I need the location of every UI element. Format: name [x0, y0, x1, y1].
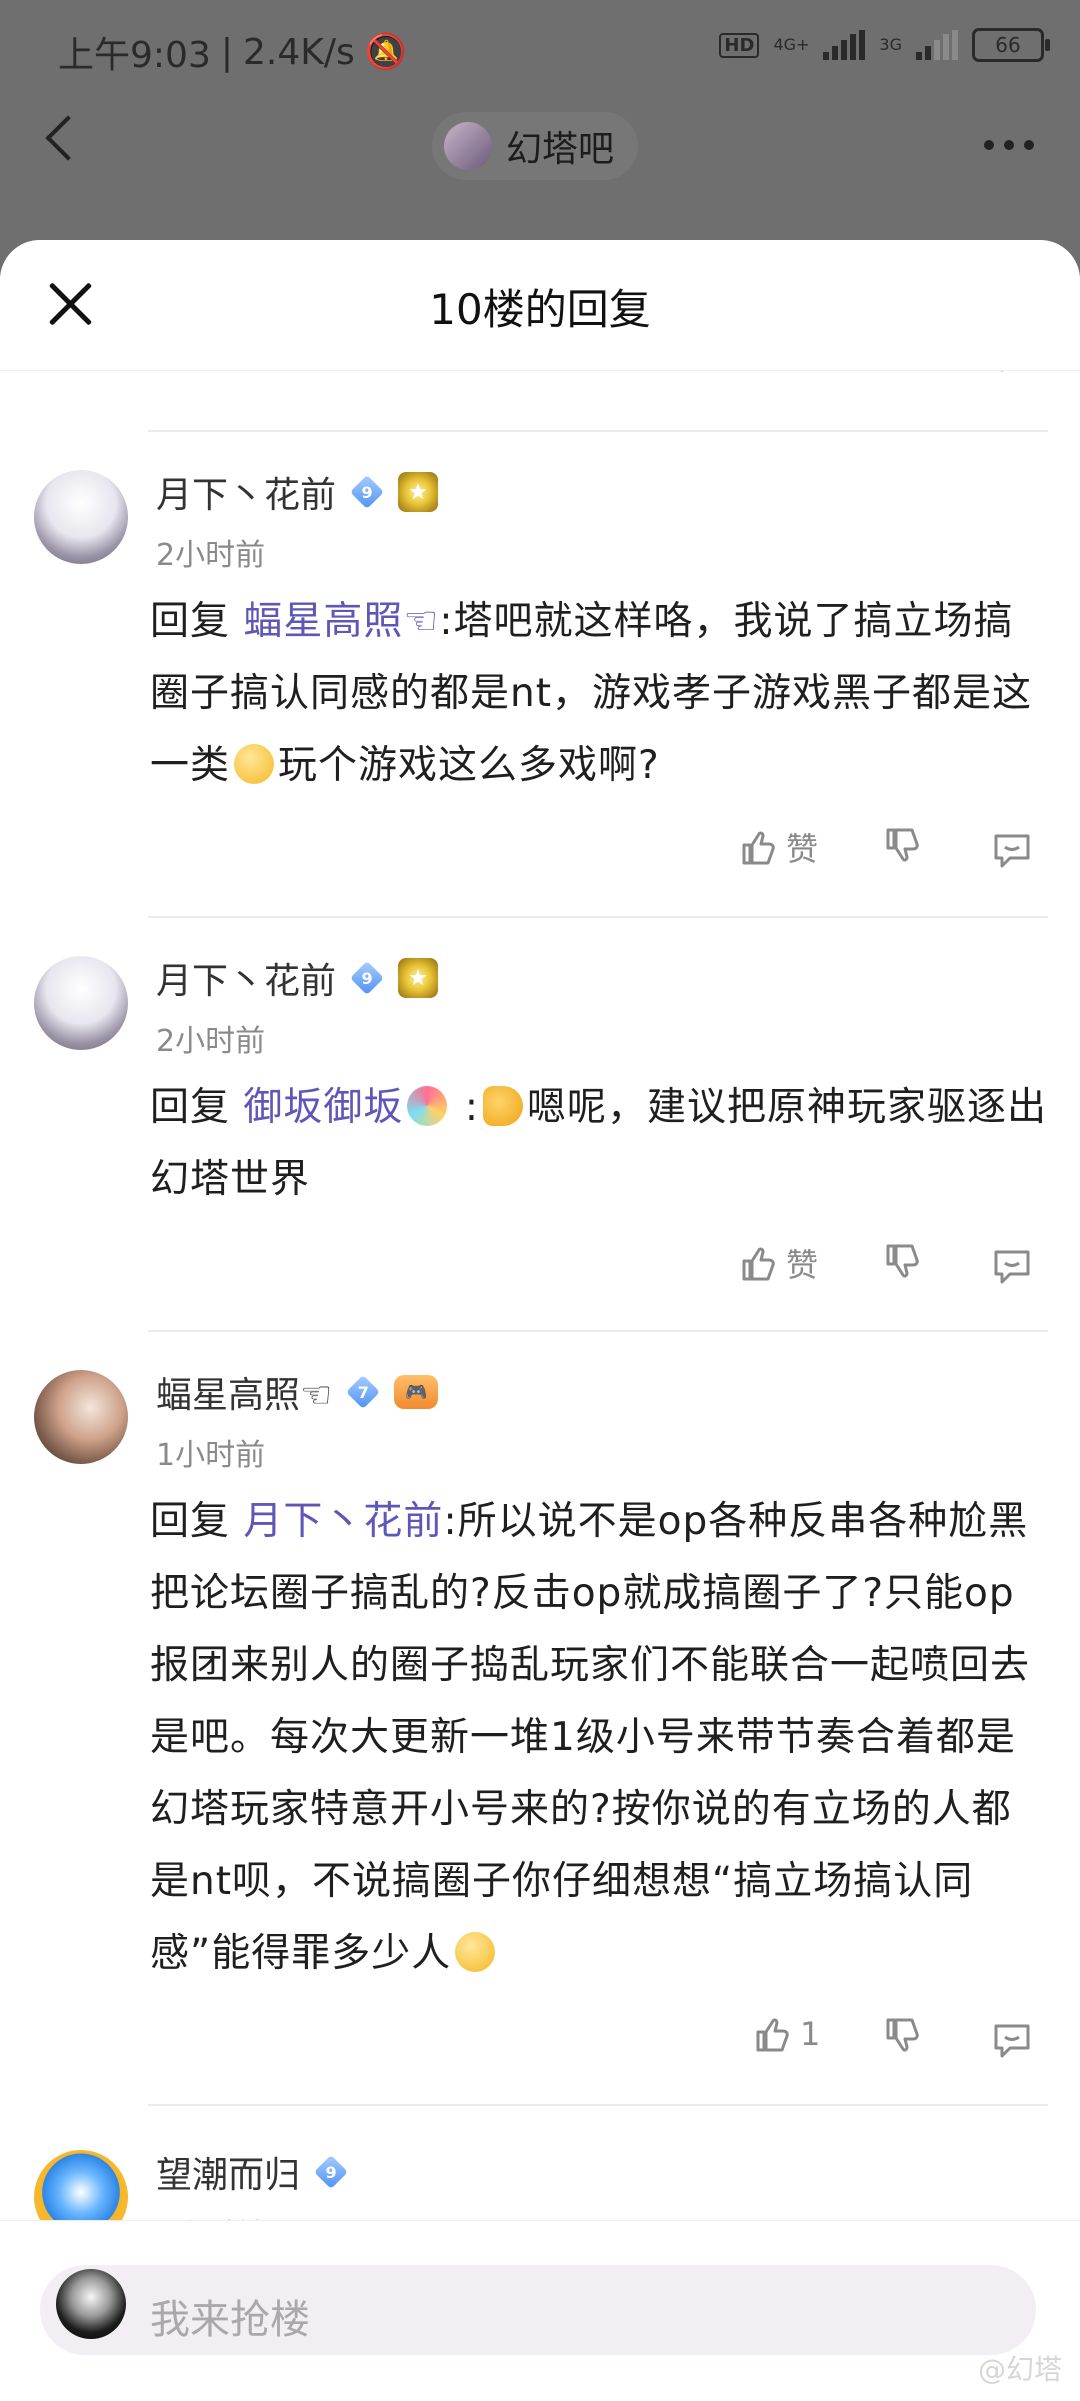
action-row: 1 [0, 2014, 1080, 2074]
medal-icon: ★ [398, 472, 439, 512]
back-icon[interactable] [45, 115, 91, 161]
comment-icon[interactable] [990, 2018, 1034, 2062]
gamepad-badge-icon: 🎮 [394, 1375, 439, 1409]
thumb-down-icon[interactable] [882, 1242, 922, 1282]
timestamp: 2小时前 [156, 1024, 266, 1059]
forum-chip[interactable]: 幻塔吧 [432, 112, 639, 180]
watermark: @幻塔 [977, 2353, 1062, 2386]
reply-content: 回复 蝠星高照☜:塔吧就这样咯，我说了搞立场搞圈子搞认同感的都是nt，游戏孝子游… [150, 586, 1050, 802]
medal-icon: ★ [398, 958, 439, 998]
action-row: 赞 [0, 824, 1080, 884]
reply-text-tail: 玩个游戏这么多戏啊? [278, 743, 660, 788]
yum-emoji-icon [234, 744, 275, 784]
divider [148, 430, 1048, 432]
divider [148, 916, 1048, 918]
mention-link[interactable]: 蝠星高照☜ [243, 599, 439, 644]
mention-link[interactable]: 月下丶花前 [243, 1499, 443, 1544]
like-label: 赞 [786, 830, 819, 868]
lollipop-emoji-icon [407, 1086, 448, 1126]
reply-text: : [464, 1085, 479, 1130]
forum-name: 幻塔吧 [506, 129, 615, 170]
level-badge-icon: 7 [346, 1375, 380, 1409]
status-right: HD 4G+ 3G 66 [719, 28, 1050, 62]
username[interactable]: 望潮而归 [156, 2146, 300, 2198]
level-badge-icon: 9 [350, 961, 384, 995]
thumb-up-icon [742, 1247, 775, 1281]
name-row: 望潮而归 9 [156, 2146, 348, 2198]
net2-label: 3G [879, 35, 902, 54]
timestamp: 2小时前 [156, 538, 266, 573]
more-icon[interactable] [984, 140, 1034, 150]
status-bar: 上午9:03 | 2.4K/s 🔕 HD 4G+ 3G 66 [0, 0, 1080, 100]
action-row: 赞 [0, 1240, 1080, 1300]
reply-input-placeholder[interactable]: 我来抢楼 [150, 2287, 310, 2345]
avatar[interactable] [34, 1370, 128, 1464]
sheet-title: 10楼的回复 [429, 285, 651, 334]
comment-icon[interactable] [990, 828, 1034, 872]
reply-prefix: 回复 [150, 1499, 231, 1544]
avatar[interactable] [34, 956, 128, 1050]
comment-icon[interactable] [990, 1244, 1034, 1288]
name-row: 月下丶花前 9 ★ [156, 466, 439, 518]
like-button[interactable]: 赞 [738, 824, 818, 870]
my-avatar [56, 2269, 126, 2339]
net1-label: 4G+ [773, 35, 810, 54]
thumb-up-icon [756, 2018, 789, 2052]
divider [148, 2104, 1048, 2106]
hd-icon: HD [719, 32, 760, 58]
name-row: 月下丶花前 9 ★ [156, 952, 439, 1004]
reply-sheet: 10楼的回复 月下丶花前 9 ★ 2小时前 回复 蝠星高照☜:塔吧就这样咯，我说… [0, 240, 1080, 2400]
username[interactable]: 蝠星高照☜ [156, 1366, 332, 1418]
mute-bell-icon: 🔕 [364, 32, 408, 72]
reply-text: :所以说不是op各种反串各种尬黑把论坛圈子搞乱的?反击op就成搞圈子了?只能op… [150, 1499, 1031, 1976]
status-left: 上午9:03 | 2.4K/s 🔕 [58, 26, 407, 78]
timestamp: 1小时前 [156, 1438, 266, 1473]
sheet-header: 10楼的回复 [0, 240, 1080, 371]
status-speed: 2.4K/s [242, 31, 355, 73]
status-time: 上午9:03 [58, 35, 211, 76]
name-row: 蝠星高照☜ 7 🎮 [156, 1366, 439, 1418]
battery-icon: 66 [972, 28, 1050, 62]
thumb-down-icon[interactable] [882, 826, 922, 866]
thumb-up-icon [742, 831, 775, 865]
like-count: 1 [800, 2015, 821, 2053]
mention-link[interactable]: 御坂御坂 [243, 1085, 403, 1130]
username[interactable]: 月下丶花前 [156, 952, 336, 1004]
like-button[interactable]: 1 [752, 2014, 820, 2054]
thumb-down-icon[interactable] [882, 2016, 922, 2056]
username[interactable]: 月下丶花前 [156, 466, 336, 518]
forum-avatar [444, 122, 492, 170]
level-badge-icon: 9 [350, 475, 384, 509]
like-button[interactable]: 赞 [738, 1240, 818, 1286]
signal-icon-1 [823, 30, 866, 60]
like-label: 赞 [786, 1246, 819, 1284]
avatar[interactable] [34, 470, 128, 564]
reply-prefix: 回复 [150, 599, 231, 644]
reply-content: 回复 月下丶花前:所以说不是op各种反串各种尬黑把论坛圈子搞乱的?反击op就成搞… [150, 1486, 1050, 1990]
level-badge-icon: 9 [314, 2155, 348, 2189]
reply-prefix: 回复 [150, 1085, 231, 1130]
grimace-emoji-icon [455, 1932, 496, 1972]
signal-icon-2 [916, 30, 958, 60]
fist-emoji-icon [482, 1086, 523, 1126]
reply-content: 回复 御坂御坂 : 嗯呢，建议把原神玩家驱逐出幻塔世界 [150, 1072, 1050, 1216]
status-separator: | [220, 31, 233, 73]
divider [148, 1330, 1048, 1332]
reply-composer: 我来抢楼 [0, 2220, 1080, 2401]
